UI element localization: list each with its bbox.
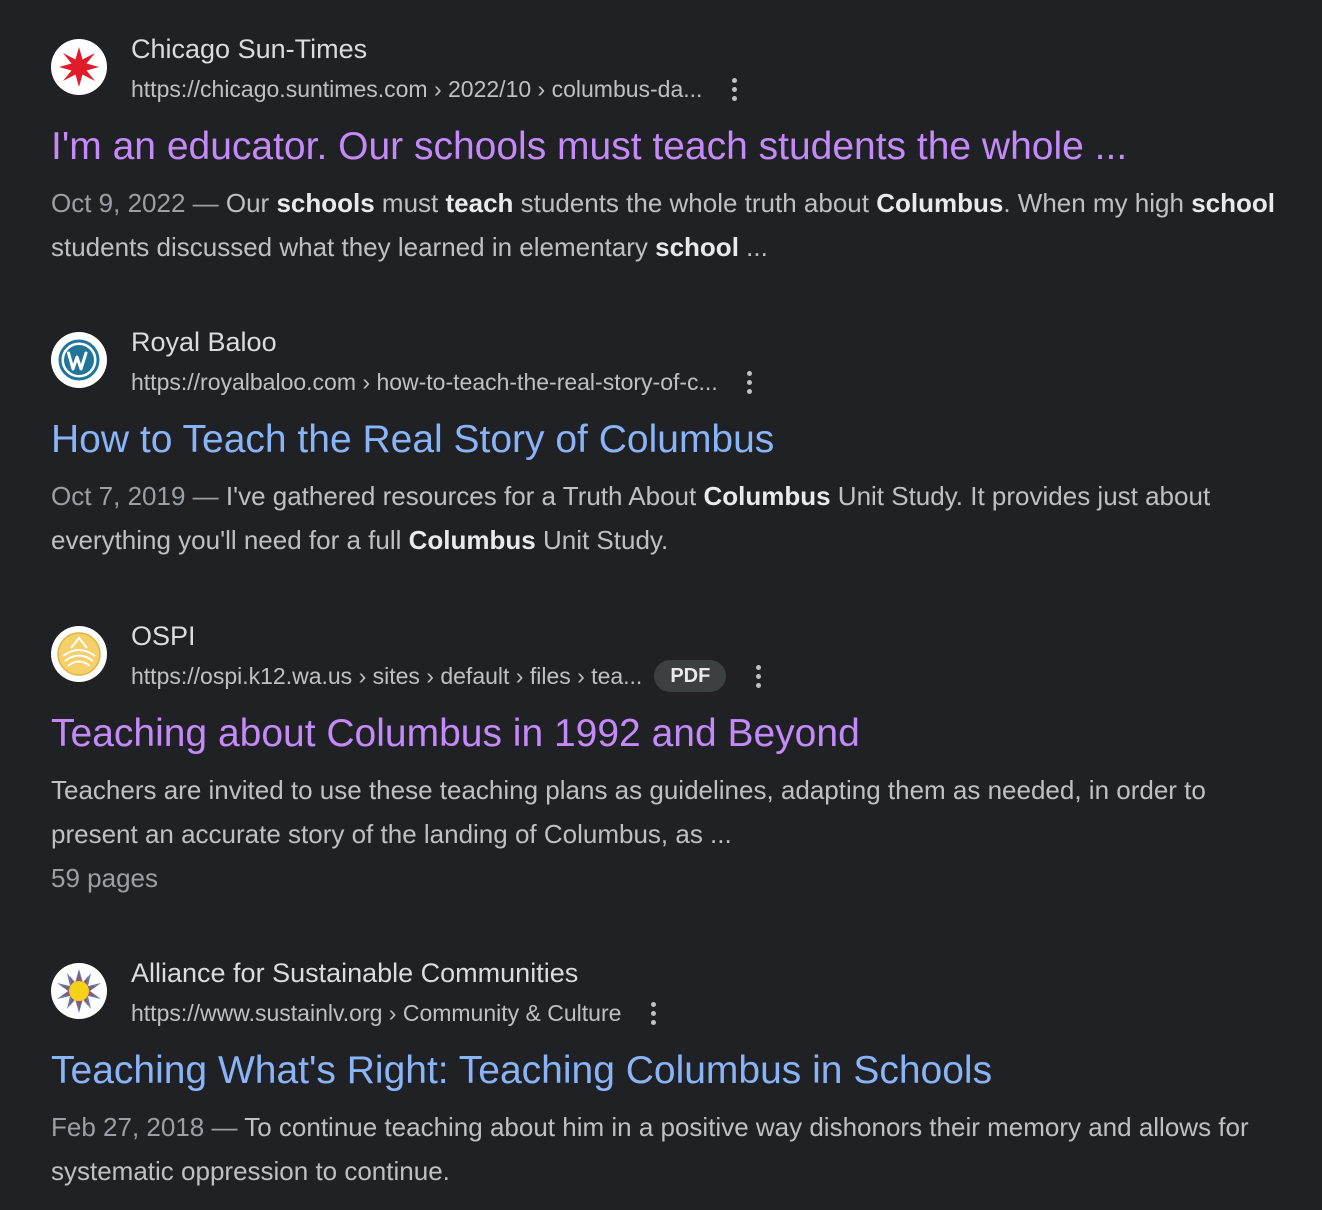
result-source[interactable]: Chicago Sun-Times https://chicago.suntim… xyxy=(51,32,1281,108)
result-source[interactable]: OSPI https://ospi.k12.wa.us › sites › de… xyxy=(51,619,1281,695)
snippet-text: students the whole truth about xyxy=(513,188,877,218)
result-url: https://royalbaloo.com › how-to-teach-th… xyxy=(131,369,718,395)
snippet-keyword: schools xyxy=(276,188,375,218)
result-title-link[interactable]: Teaching about Columbus in 1992 and Beyo… xyxy=(51,708,1281,760)
search-result: OSPI https://ospi.k12.wa.us › sites › de… xyxy=(51,619,1281,900)
site-name: Alliance for Sustainable Communities xyxy=(131,958,579,988)
result-date: Oct 9, 2022 xyxy=(51,188,186,218)
snippet-keyword: school xyxy=(1191,188,1275,218)
result-title-link[interactable]: I'm an educator. Our schools must teach … xyxy=(51,121,1281,173)
snippet-keyword: Columbus xyxy=(408,525,536,555)
url-row: https://royalbaloo.com › how-to-teach-th… xyxy=(131,365,760,399)
ospi-logo-icon xyxy=(51,626,107,682)
date-separator: — xyxy=(185,481,226,511)
date-separator: — xyxy=(185,188,226,218)
result-title-link[interactable]: How to Teach the Real Story of Columbus xyxy=(51,414,1281,466)
result-snippet: Feb 27, 2018 — To continue teaching abou… xyxy=(51,1105,1281,1193)
url-row: https://chicago.suntimes.com › 2022/10 ›… xyxy=(131,72,744,106)
date-separator: — xyxy=(204,1112,245,1142)
snippet-text: Teachers are invited to use these teachi… xyxy=(51,775,1206,849)
site-name: Royal Baloo xyxy=(131,327,277,357)
result-source[interactable]: Royal Baloo https://royalbaloo.com › how… xyxy=(51,325,1281,401)
wordpress-icon xyxy=(51,332,107,388)
snippet-keyword: Columbus xyxy=(703,481,831,511)
site-name: Chicago Sun-Times xyxy=(131,34,368,64)
snippet-text: students discussed what they learned in … xyxy=(51,232,656,262)
result-date: Feb 27, 2018 xyxy=(51,1112,205,1142)
more-options-icon[interactable] xyxy=(740,365,760,399)
snippet-keyword: Columbus xyxy=(876,188,1004,218)
snippet-text: I've gathered resources for a Truth Abou… xyxy=(225,481,704,511)
result-date: Oct 7, 2019 xyxy=(51,481,186,511)
result-snippet: Teachers are invited to use these teachi… xyxy=(51,768,1281,856)
result-meta: 59 pages xyxy=(51,863,158,893)
url-row: https://ospi.k12.wa.us › sites › default… xyxy=(131,659,768,693)
site-name: OSPI xyxy=(131,621,196,651)
result-snippet: Oct 7, 2019 — I've gathered resources fo… xyxy=(51,474,1281,562)
search-result: Chicago Sun-Times https://chicago.suntim… xyxy=(51,32,1281,269)
snippet-text: . When my high xyxy=(1003,188,1192,218)
snippet-text: must xyxy=(374,188,446,218)
more-options-icon[interactable] xyxy=(748,659,768,693)
result-source[interactable]: Alliance for Sustainable Communities htt… xyxy=(51,956,1281,1032)
sun-logo-icon xyxy=(51,963,107,1019)
more-options-icon[interactable] xyxy=(643,996,663,1030)
pdf-badge: PDF xyxy=(654,660,727,692)
search-result: Royal Baloo https://royalbaloo.com › how… xyxy=(51,325,1281,562)
snippet-keyword: teach xyxy=(445,188,514,218)
result-snippet: Oct 9, 2022 — Our schools must teach stu… xyxy=(51,181,1281,269)
result-title-link[interactable]: Teaching What's Right: Teaching Columbus… xyxy=(51,1045,1281,1097)
search-result: Alliance for Sustainable Communities htt… xyxy=(51,956,1281,1193)
url-row: https://www.sustainlv.org › Community & … xyxy=(131,996,663,1030)
snippet-keyword: school xyxy=(655,232,739,262)
search-results: Chicago Sun-Times https://chicago.suntim… xyxy=(0,0,1322,1210)
more-options-icon[interactable] xyxy=(724,72,744,106)
snippet-text: ... xyxy=(738,232,768,262)
result-url: https://ospi.k12.wa.us › sites › default… xyxy=(131,663,643,689)
snippet-text: Our xyxy=(225,188,277,218)
result-url: https://chicago.suntimes.com › 2022/10 ›… xyxy=(131,76,703,102)
result-url: https://www.sustainlv.org › Community & … xyxy=(131,1000,622,1026)
snippet-text: Unit Study. xyxy=(535,525,669,555)
chicago-star-icon xyxy=(51,39,107,95)
